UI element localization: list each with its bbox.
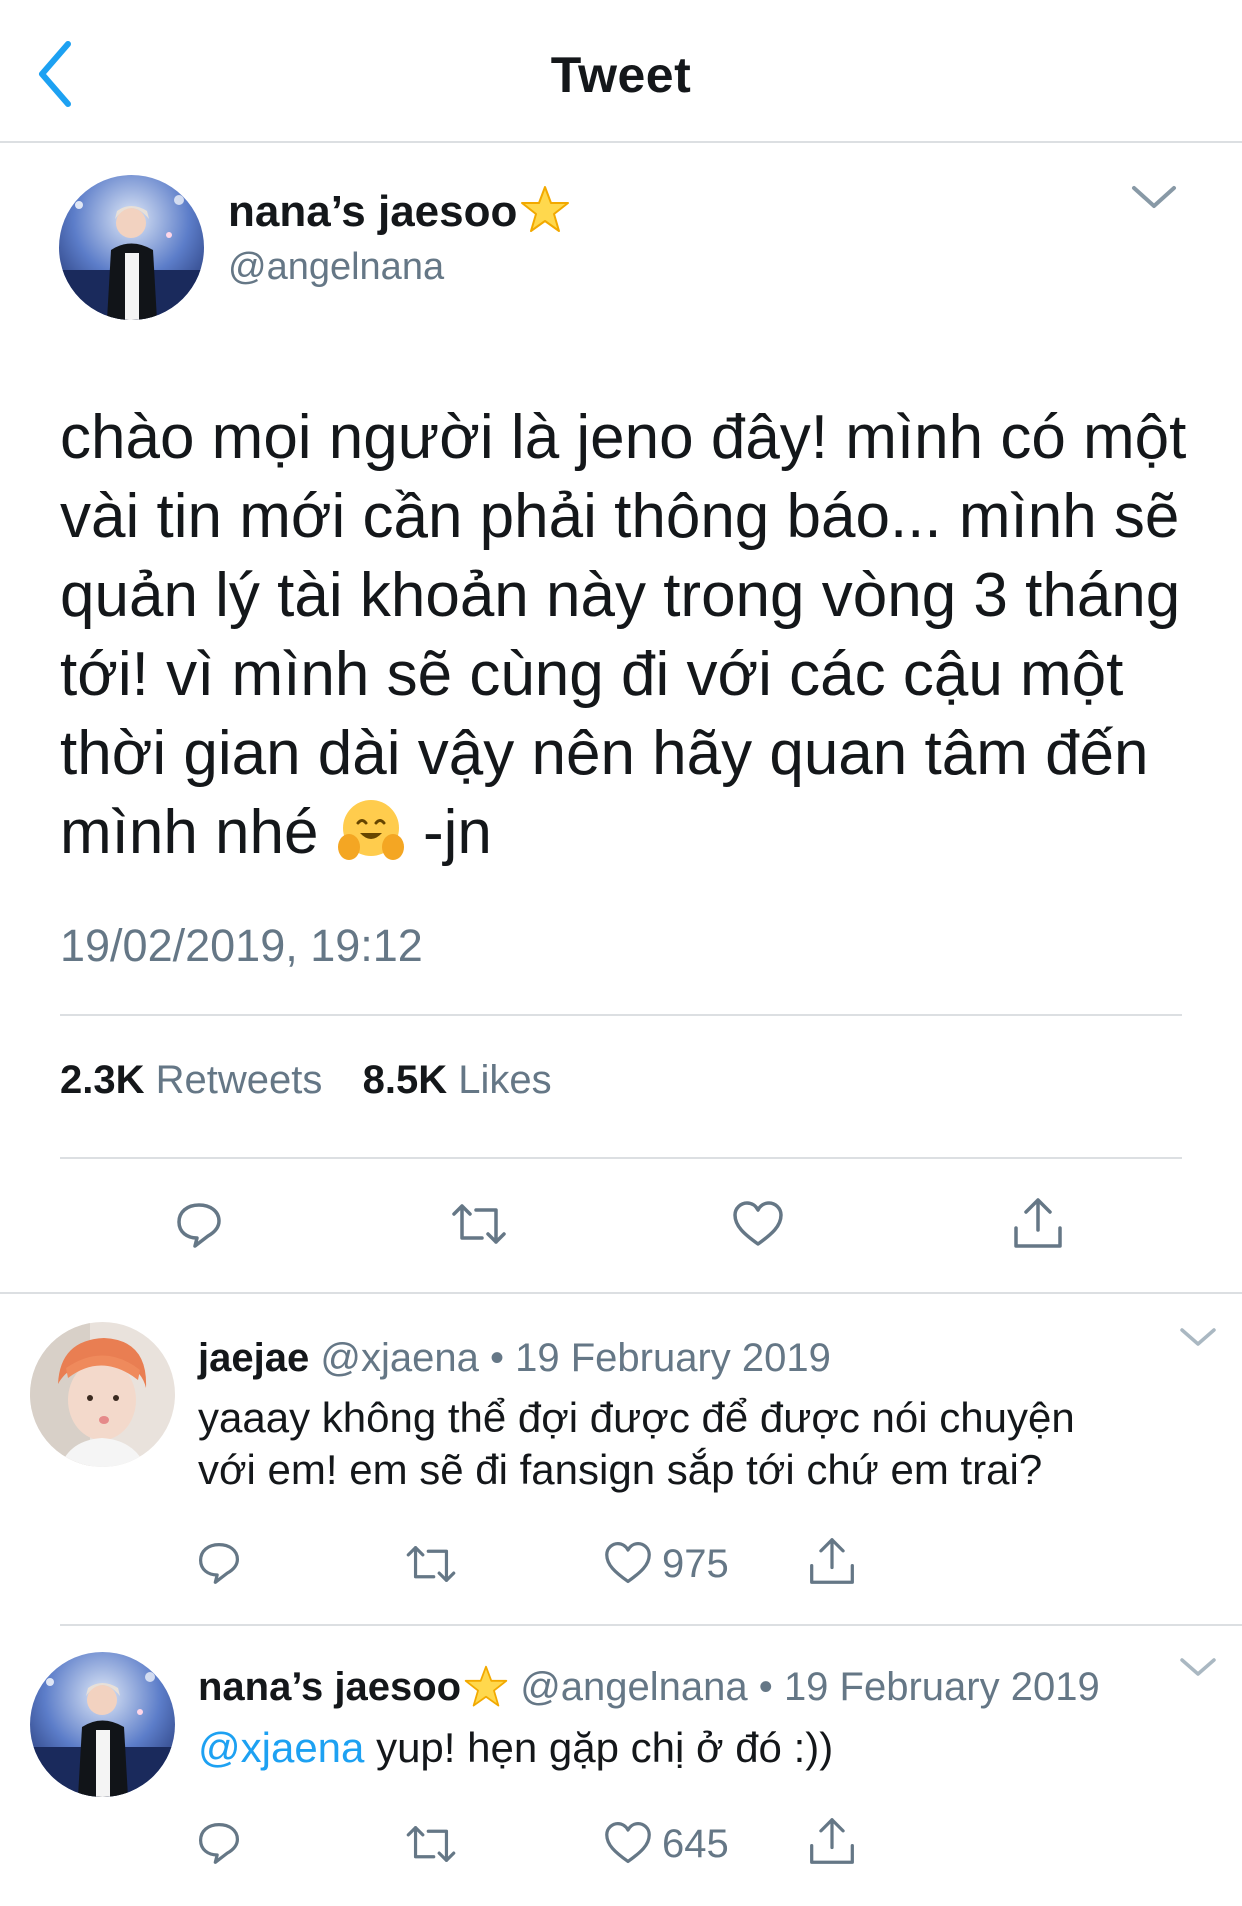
like-icon[interactable] bbox=[604, 1540, 652, 1586]
share-icon[interactable] bbox=[808, 1816, 856, 1866]
reply-text-line: yaaay không thể đợi được để được nói chu… bbox=[198, 1394, 1075, 1441]
hugging-face-icon bbox=[336, 795, 406, 865]
star-icon bbox=[519, 184, 571, 236]
reply-icon[interactable] bbox=[196, 1540, 242, 1586]
reply-icon[interactable] bbox=[174, 1200, 224, 1250]
author-name[interactable]: nana’s jaesoo bbox=[228, 184, 571, 237]
retweet-icon[interactable] bbox=[404, 1544, 458, 1584]
reply-text: yaaay không thể đợi được để được nói chu… bbox=[198, 1392, 1198, 1496]
likes-stat[interactable]: 8.5K Likes bbox=[363, 1058, 552, 1102]
reply-author-name[interactable]: nana’s jaesoo bbox=[198, 1665, 461, 1709]
retweets-stat[interactable]: 2.3K Retweets bbox=[60, 1058, 322, 1102]
reply-date: 19 February 2019 bbox=[515, 1336, 831, 1380]
meta-separator: • bbox=[758, 1665, 773, 1709]
divider bbox=[60, 1014, 1182, 1016]
divider bbox=[60, 1157, 1182, 1159]
divider bbox=[0, 1292, 1242, 1294]
author-handle[interactable]: @angelnana bbox=[228, 246, 444, 289]
mention-link[interactable]: @xjaena bbox=[198, 1724, 364, 1771]
reply-text-body: yup! hẹn gặp chị ở đó :)) bbox=[376, 1724, 834, 1771]
reply-text: @xjaena yup! hẹn gặp chị ở đó :)) bbox=[198, 1722, 1198, 1774]
reply-author-handle[interactable]: @angelnana bbox=[520, 1665, 747, 1709]
reply-avatar[interactable] bbox=[30, 1322, 175, 1467]
retweet-icon[interactable] bbox=[450, 1202, 508, 1246]
tweet-stats: 2.3K Retweets 8.5K Likes bbox=[60, 1058, 552, 1103]
page-title: Tweet bbox=[550, 47, 692, 103]
reply-date: 19 February 2019 bbox=[783, 1665, 1100, 1709]
share-icon[interactable] bbox=[808, 1536, 856, 1586]
chevron-down-icon[interactable] bbox=[1178, 1324, 1218, 1350]
like-count: 645 bbox=[662, 1822, 729, 1866]
like-icon[interactable] bbox=[604, 1820, 652, 1866]
author-avatar[interactable] bbox=[59, 175, 204, 320]
reply-header: jaejae @xjaena • 19 February 2019 bbox=[198, 1336, 831, 1381]
reply-avatar[interactable] bbox=[30, 1652, 175, 1797]
share-icon[interactable] bbox=[1012, 1196, 1064, 1250]
tweet-timestamp: 19/02/2019, 19:12 bbox=[60, 920, 423, 971]
meta-separator: • bbox=[489, 1336, 504, 1380]
reply-icon[interactable] bbox=[196, 1820, 242, 1866]
tweet-text: chào mọi người là jeno đây! mình có một … bbox=[60, 403, 1187, 867]
chevron-down-icon[interactable] bbox=[1178, 1654, 1218, 1680]
nav-header: Tweet bbox=[0, 0, 1242, 143]
reply-header: nana’s jaesoo @angelnana • 19 February 2… bbox=[198, 1664, 1100, 1710]
chevron-down-icon[interactable] bbox=[1130, 180, 1178, 214]
retweet-icon[interactable] bbox=[404, 1824, 458, 1864]
reply-author-name[interactable]: jaejae bbox=[198, 1336, 309, 1380]
star-icon bbox=[463, 1664, 509, 1710]
divider bbox=[60, 1624, 1242, 1626]
reply-author-handle[interactable]: @xjaena bbox=[320, 1336, 478, 1380]
like-icon[interactable] bbox=[732, 1200, 784, 1248]
reply-text-line: với em! em sẽ đi fansign sắp tới chứ em … bbox=[198, 1446, 1043, 1493]
like-count: 975 bbox=[662, 1542, 729, 1586]
